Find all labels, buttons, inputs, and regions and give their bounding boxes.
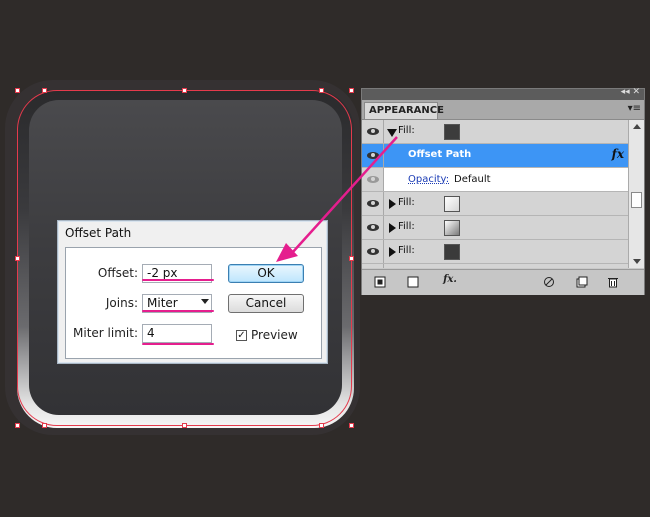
selection-handle-middle-right[interactable] [349,256,354,261]
fill-label: Fill: [398,197,415,208]
tab-appearance[interactable]: APPEARANCE [364,102,444,119]
eye-icon [367,176,379,183]
visibility-toggle[interactable] [362,192,384,215]
opacity-link[interactable]: Opacity: [408,174,449,185]
annotation-underline-miter [142,343,214,345]
fill-label: Fill: [398,125,415,136]
panel-tab-bar: APPEARANCE ▾≡ [362,100,644,120]
disclosure-triangle-icon[interactable] [389,223,396,233]
add-stroke-icon[interactable] [407,276,419,288]
selection-handle-bottom-left[interactable] [15,423,20,428]
miter-limit-input[interactable]: 4 [142,324,212,343]
selection-handle-top-right[interactable] [349,88,354,93]
panel-footer: fx. [362,269,644,295]
annotation-underline-joins [142,310,214,312]
offset-path-dialog: Offset Path Offset: -2 px Joins: Miter M… [57,220,328,364]
list-item-fill[interactable]: Fill: [362,216,628,240]
fill-swatch[interactable] [444,196,460,212]
visibility-toggle[interactable] [362,120,384,143]
dialog-body: Offset: -2 px Joins: Miter Miter limit: … [65,247,322,359]
eye-icon [367,224,379,231]
fill-label: Fill: [398,221,415,232]
ok-button[interactable]: OK [228,264,304,283]
eye-icon [367,200,379,207]
list-item-offset-path[interactable]: Offset Path fx [362,144,628,168]
selection-handle-top-center[interactable] [182,88,187,93]
fill-swatch[interactable] [444,220,460,236]
disclosure-triangle-icon[interactable] [389,199,396,209]
preview-label: Preview [251,328,298,342]
disclosure-triangle-expanded-icon[interactable] [387,129,397,137]
duplicate-icon[interactable] [576,276,588,288]
visibility-toggle[interactable] [362,216,384,239]
visibility-toggle[interactable] [362,168,384,191]
appearance-scrollbar[interactable] [628,120,644,268]
fill-label: Fill: [398,245,415,256]
list-item-fill[interactable]: Fill: [362,240,628,264]
annotation-underline-offset [142,279,214,281]
anchor-point[interactable] [319,423,324,428]
dialog-title: Offset Path [65,226,132,240]
selection-handle-bottom-center[interactable] [182,423,187,428]
eye-icon [367,248,379,255]
cancel-button[interactable]: Cancel [228,294,304,313]
fill-swatch[interactable] [444,124,460,140]
offset-path-effect-label[interactable]: Offset Path [408,149,471,160]
appearance-panel: ◂◂ ✕ APPEARANCE ▾≡ Fill: Offset Path fx … [361,87,645,295]
visibility-toggle[interactable] [362,264,384,268]
eye-icon [367,128,379,135]
fx-menu-icon[interactable]: fx. [440,274,460,286]
new-art-icon[interactable] [374,276,386,288]
chevron-down-icon[interactable] [201,299,209,304]
miter-limit-label: Miter limit: [73,326,138,340]
opacity-value: Default [454,174,491,185]
delete-icon[interactable] [607,276,619,288]
scroll-thumb[interactable] [631,192,642,208]
scroll-up-icon[interactable] [633,124,641,129]
anchor-point[interactable] [42,423,47,428]
disclosure-triangle-icon[interactable] [389,247,396,257]
anchor-point[interactable] [42,88,47,93]
visibility-toggle[interactable] [362,144,384,167]
list-item-fill-expanded[interactable]: Fill: [362,120,628,144]
scroll-down-icon[interactable] [633,259,641,264]
selection-handle-middle-left[interactable] [15,256,20,261]
eye-icon [367,152,379,159]
visibility-toggle[interactable] [362,240,384,263]
selection-handle-top-left[interactable] [15,88,20,93]
preview-checkbox[interactable]: ✓ [236,330,247,341]
joins-label: Joins: [105,296,138,310]
offset-label: Offset: [97,266,138,280]
list-item-fill[interactable]: Fill: [362,192,628,216]
panel-collapse-close-icon[interactable]: ◂◂ ✕ [621,87,640,97]
appearance-list: Fill: Offset Path fx Opacity: Default Fi… [362,120,628,268]
list-item-opacity[interactable]: Opacity: Default [362,168,628,192]
list-item-fill-partial[interactable] [362,264,628,268]
fill-swatch[interactable] [444,244,460,260]
anchor-point[interactable] [319,88,324,93]
selection-handle-bottom-right[interactable] [349,423,354,428]
panel-menu-icon[interactable]: ▾≡ [628,103,641,114]
fx-icon[interactable]: fx [612,147,624,161]
clear-icon[interactable] [543,276,555,288]
panel-title-bar[interactable]: ◂◂ ✕ [362,87,644,100]
joins-selected-value: Miter [147,296,178,310]
